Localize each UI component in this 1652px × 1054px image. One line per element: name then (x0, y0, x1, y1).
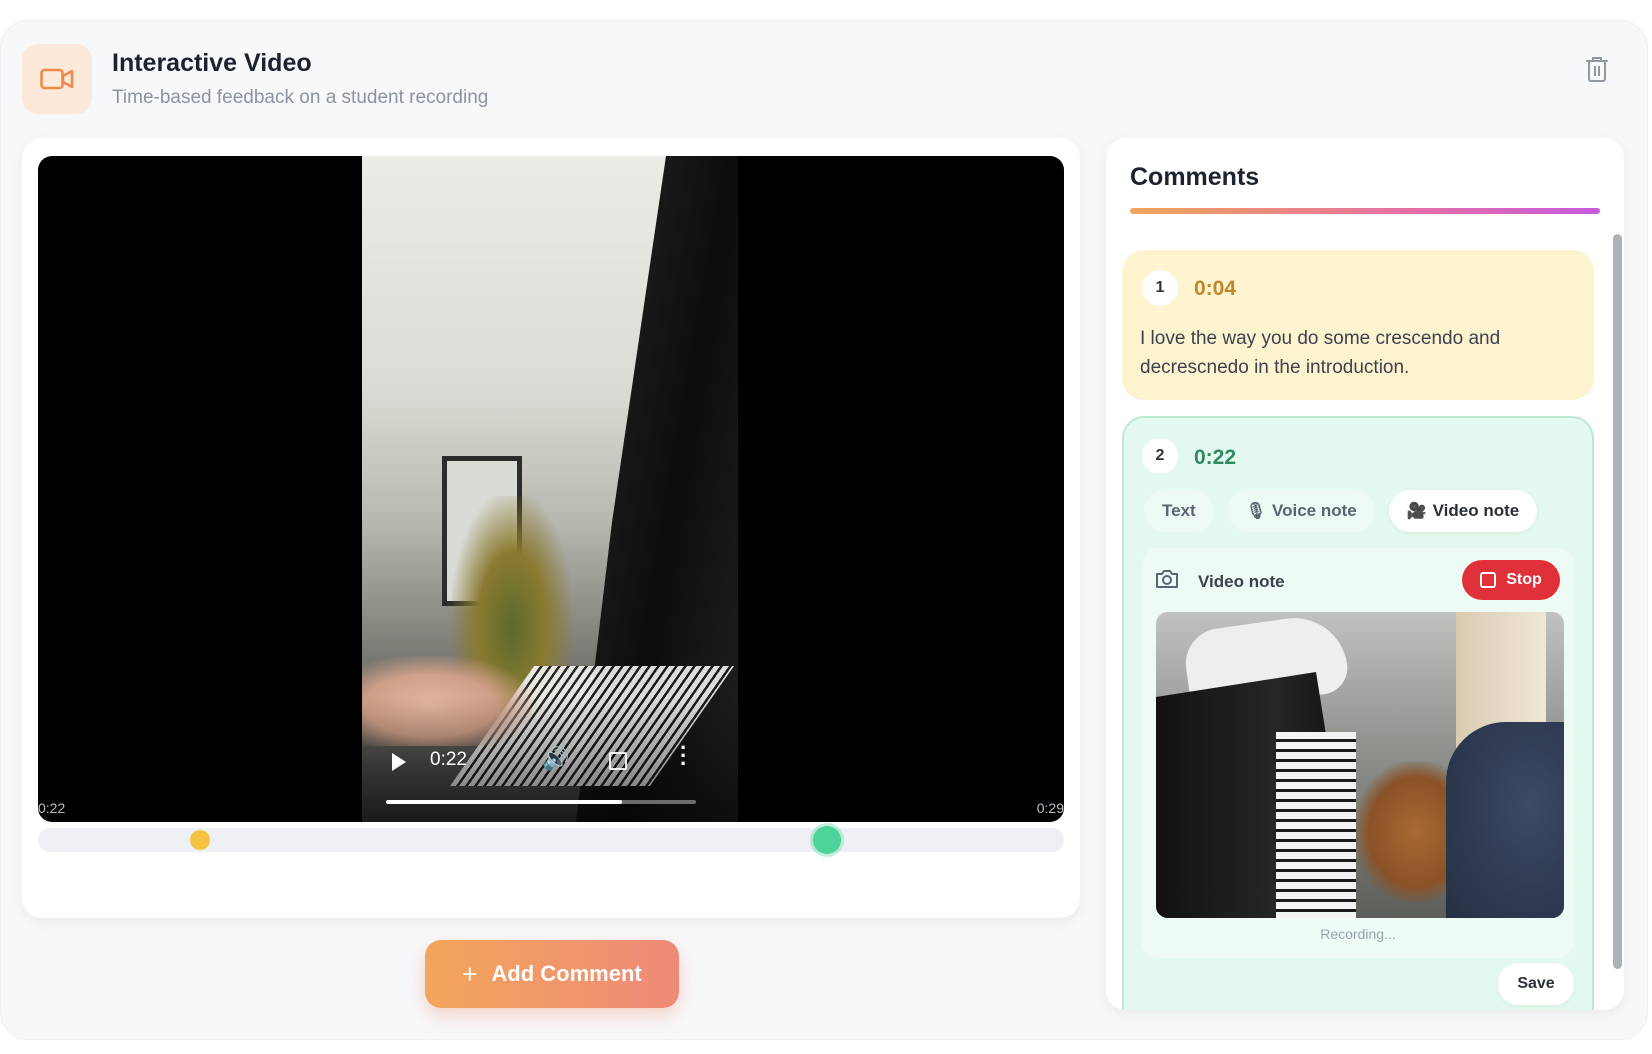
comment-number-badge: 2 (1142, 438, 1178, 474)
trash-icon[interactable] (1580, 52, 1614, 86)
header: Interactive Video Time-based feedback on… (22, 44, 488, 114)
comment-type-tabs: Text 🎙 Voice note 🎥 Video note (1144, 490, 1551, 532)
tab-video-note[interactable]: 🎥 Video note (1388, 490, 1538, 532)
player-progress-fill (386, 800, 622, 804)
comment-timestamp[interactable]: 0:22 (1194, 446, 1236, 470)
timeline-start-label: 0:22 (38, 800, 66, 816)
video-card: 0:22 🔊 · · · 0:22 0:29 (22, 138, 1080, 918)
play-icon[interactable] (392, 753, 406, 771)
page-title: Interactive Video (112, 49, 312, 77)
recording-status: Recording... (1320, 926, 1396, 942)
preview-keys (1276, 732, 1356, 918)
video-camera-icon: 🎥 (1406, 503, 1427, 520)
add-comment-button[interactable]: + Add Comment (425, 940, 679, 1008)
player-controls: 0:22 🔊 · · · (362, 696, 738, 822)
fullscreen-icon[interactable] (609, 752, 627, 770)
plus-icon: + (462, 958, 478, 989)
video-note-recorder: Video note Stop Recording... (1142, 548, 1574, 958)
more-options-icon[interactable]: · · · (680, 737, 687, 775)
player-progress-bar[interactable] (386, 800, 696, 804)
player-current-time: 0:22 (430, 749, 467, 770)
camera-icon (1154, 568, 1180, 595)
tab-text[interactable]: Text (1144, 490, 1214, 532)
volume-icon[interactable]: 🔊 (542, 746, 569, 772)
stop-icon (1480, 572, 1497, 588)
comments-scrollbar[interactable] (1613, 234, 1622, 969)
video-note-label: Video note (1198, 572, 1285, 591)
video-player[interactable]: 0:22 🔊 · · · (38, 156, 1064, 822)
timeline-marker-1[interactable] (190, 830, 211, 850)
tab-video-note-label: Video note (1432, 501, 1520, 520)
page-subtitle: Time-based feedback on a student recordi… (112, 87, 489, 108)
timeline-marker-2[interactable] (812, 826, 841, 854)
comment-number-badge: 1 (1142, 270, 1178, 306)
preview-person (1446, 722, 1564, 918)
comments-panel: Comments 1 0:04 I love the way you do so… (1106, 138, 1624, 1010)
stop-recording-button[interactable]: Stop (1462, 560, 1560, 600)
comment-timestamp[interactable]: 0:04 (1194, 277, 1236, 301)
tab-voice-note[interactable]: 🎙 Voice note (1227, 490, 1375, 532)
comments-title: Comments (1130, 163, 1260, 191)
microphone-icon: 🎙 (1245, 503, 1267, 520)
save-button[interactable]: Save (1498, 963, 1574, 1005)
recording-preview (1156, 612, 1564, 918)
stop-label: Stop (1506, 571, 1542, 588)
comment-text: I love the way you do some crescendo and… (1140, 328, 1501, 378)
add-comment-label: Add Comment (491, 961, 642, 986)
comment-timeline[interactable] (38, 826, 1064, 854)
video-camera-icon (22, 44, 92, 114)
comment-card-1[interactable]: 1 0:04 I love the way you do some cresce… (1122, 250, 1594, 400)
tab-text-label: Text (1162, 501, 1196, 520)
tab-voice-note-label: Voice note (1272, 501, 1357, 520)
comments-title-underline (1130, 208, 1600, 214)
comment-card-2[interactable]: 2 0:22 Text 🎙 Voice note 🎥 Video note Vi… (1122, 416, 1594, 1010)
timeline-end-label: 0:29 (1036, 800, 1064, 816)
